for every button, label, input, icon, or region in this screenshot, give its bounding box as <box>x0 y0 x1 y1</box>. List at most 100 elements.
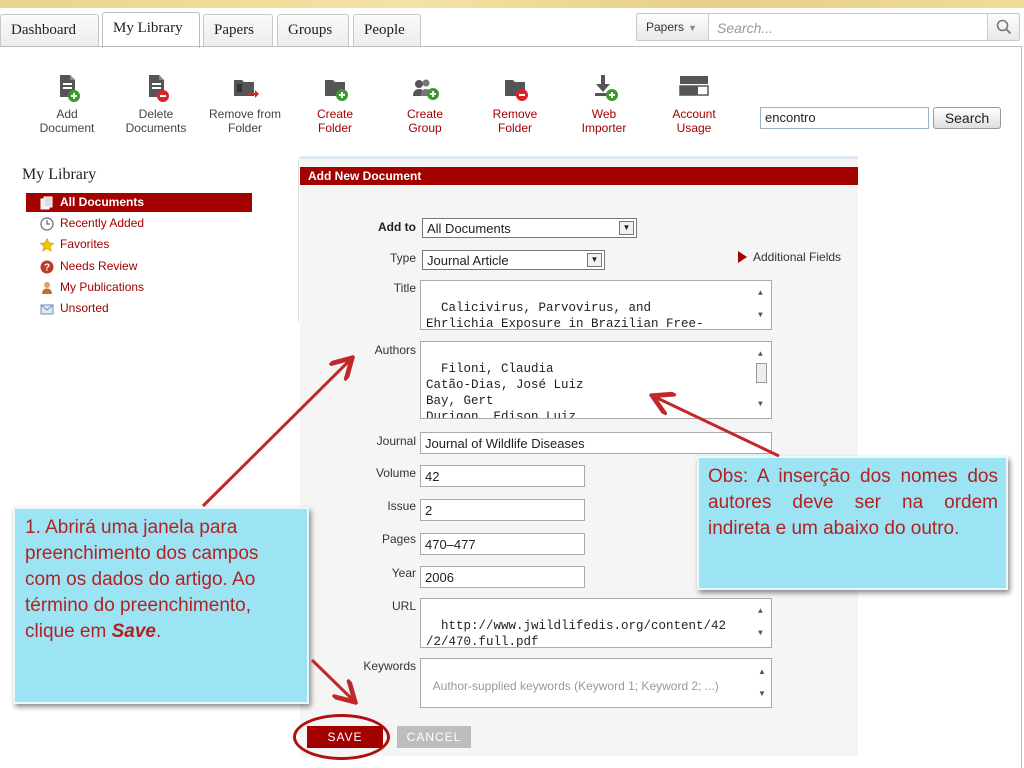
journal-label: Journal <box>376 434 416 448</box>
create-group-button[interactable]: Create Group <box>385 72 465 135</box>
remove-from-folder-button[interactable]: Remove from Folder <box>205 72 285 135</box>
save-highlight-ellipse <box>293 714 390 760</box>
keywords-label: Keywords <box>363 659 416 673</box>
issue-label: Issue <box>387 499 416 513</box>
create-folder-button[interactable]: Create Folder <box>295 72 375 135</box>
pages-input[interactable]: 470–477 <box>420 533 585 555</box>
url-value: http://www.jwildlifedis.org/content/42 /… <box>426 619 727 648</box>
type-value: Journal Article <box>427 253 509 268</box>
sidebar-divider <box>298 157 299 322</box>
sidebar-item-label: All Documents <box>60 195 145 209</box>
chevron-down-icon: ▼ <box>619 221 634 235</box>
star-icon <box>40 238 54 252</box>
delete-documents-button[interactable]: Delete Documents <box>116 72 196 135</box>
svg-text:?: ? <box>44 263 50 274</box>
sidebar-item-label: My Publications <box>60 280 145 294</box>
tab-my-library[interactable]: My Library <box>102 12 200 48</box>
sidebar-item-recently-added[interactable]: Recently Added <box>26 214 252 233</box>
delete-documents-label: Delete Documents <box>125 107 187 135</box>
volume-input[interactable]: 42 <box>420 465 585 487</box>
library-search-input[interactable]: encontro <box>760 107 929 129</box>
volume-label: Volume <box>375 466 416 480</box>
keywords-textarea[interactable]: Author-supplied keywords (Keyword 1; Key… <box>420 658 772 708</box>
remove-folder-icon <box>498 72 532 104</box>
authors-textarea[interactable]: Filoni, Claudia Catão-Dias, José Luiz Ba… <box>420 341 772 419</box>
sidebar-item-my-publications[interactable]: My Publications <box>26 278 252 297</box>
issue-input[interactable]: 2 <box>420 499 585 521</box>
remove-from-folder-label: Remove from Folder <box>208 107 282 135</box>
panel-header: Add New Document <box>300 167 858 185</box>
top-search-button[interactable] <box>987 14 1019 40</box>
top-search-input[interactable]: Search... <box>717 20 773 36</box>
title-scrollbar[interactable]: ▲ ▼ <box>754 282 770 328</box>
account-usage-label: Account Usage <box>672 107 716 135</box>
sidebar-item-needs-review[interactable]: ? Needs Review <box>26 257 252 276</box>
create-group-icon <box>408 72 442 104</box>
journal-input[interactable]: Journal of Wildlife Diseases <box>420 432 772 454</box>
url-scrollbar[interactable]: ▲ ▼ <box>754 600 770 646</box>
create-folder-label: Create Folder <box>316 107 354 135</box>
add-to-value: All Documents <box>427 221 511 236</box>
pages-label: Pages <box>381 532 416 546</box>
top-search-bar: Papers ▼ Search... <box>636 13 1020 41</box>
chevron-down-icon: ▼ <box>688 23 697 33</box>
sidebar-item-all-documents[interactable]: All Documents <box>26 193 252 212</box>
top-decorative-strip <box>0 0 1024 8</box>
type-select[interactable]: Journal Article ▼ <box>422 250 605 270</box>
instruction-emphasis: Save <box>111 621 156 642</box>
web-importer-icon <box>587 72 621 104</box>
tab-dashboard[interactable]: Dashboard <box>0 14 99 47</box>
web-importer-label: Web Importer <box>581 107 627 135</box>
year-input[interactable]: 2006 <box>420 566 585 588</box>
review-icon: ? <box>40 260 54 274</box>
authors-scrollbar[interactable]: ▲ ▼ <box>754 343 770 417</box>
url-textarea[interactable]: http://www.jwildlifedis.org/content/42 /… <box>420 598 772 648</box>
add-to-label: Add to <box>378 220 416 234</box>
additional-fields-label: Additional Fields <box>753 250 842 264</box>
title-textarea[interactable]: Calicivirus, Parvovirus, and Ehrlichia E… <box>420 280 772 330</box>
all-documents-icon <box>40 196 53 210</box>
web-importer-button[interactable]: Web Importer <box>564 72 644 135</box>
search-type-dropdown[interactable]: Papers ▼ <box>637 14 709 40</box>
expand-triangle-icon <box>738 251 747 263</box>
create-group-label: Create Group <box>406 107 444 135</box>
chevron-down-icon: ▼ <box>587 253 602 267</box>
sidebar-item-unsorted[interactable]: Unsorted <box>26 299 252 318</box>
add-to-select[interactable]: All Documents ▼ <box>422 218 637 238</box>
url-label: URL <box>391 599 416 613</box>
keywords-placeholder: Author-supplied keywords (Keyword 1; Key… <box>432 679 719 693</box>
instruction-callout: 1. Abrirá uma janela para preenchimento … <box>13 507 309 704</box>
remove-folder-button[interactable]: Remove Folder <box>475 72 555 135</box>
title-value: Calicivirus, Parvovirus, and Ehrlichia E… <box>426 301 704 330</box>
account-usage-icon <box>677 72 711 104</box>
tab-people[interactable]: People <box>353 14 421 47</box>
sidebar-item-label: Unsorted <box>60 301 109 315</box>
type-label: Type <box>389 251 416 265</box>
inbox-icon <box>40 304 54 315</box>
account-usage-button[interactable]: Account Usage <box>654 72 734 135</box>
library-search-button[interactable]: Search <box>933 107 1001 129</box>
remove-from-folder-icon <box>228 72 262 104</box>
year-label: Year <box>391 566 416 580</box>
search-type-label: Papers <box>646 20 685 34</box>
add-document-label: Add Document <box>39 107 95 135</box>
remove-folder-label: Remove Folder <box>492 107 538 135</box>
add-document-icon <box>50 72 84 104</box>
tab-groups[interactable]: Groups <box>277 14 349 47</box>
authors-label: Authors <box>374 343 416 357</box>
add-document-button[interactable]: Add Document <box>27 72 107 135</box>
authors-value: Filoni, Claudia Catão-Dias, José Luiz Ba… <box>426 362 584 419</box>
person-icon <box>42 282 52 294</box>
additional-fields-link[interactable]: Additional Fields <box>738 250 841 264</box>
keywords-scrollbar[interactable]: ▲ ▼ <box>754 660 770 706</box>
sidebar-item-label: Needs Review <box>60 259 138 273</box>
delete-documents-icon <box>139 72 173 104</box>
title-label: Title <box>393 281 416 295</box>
cancel-button[interactable]: CANCEL <box>397 726 471 748</box>
library-title: My Library <box>22 166 97 183</box>
sidebar-item-label: Recently Added <box>60 216 145 230</box>
create-folder-icon <box>318 72 352 104</box>
tab-papers[interactable]: Papers <box>203 14 273 47</box>
sidebar-item-favorites[interactable]: Favorites <box>26 235 252 254</box>
sidebar-item-label: Favorites <box>60 237 110 251</box>
